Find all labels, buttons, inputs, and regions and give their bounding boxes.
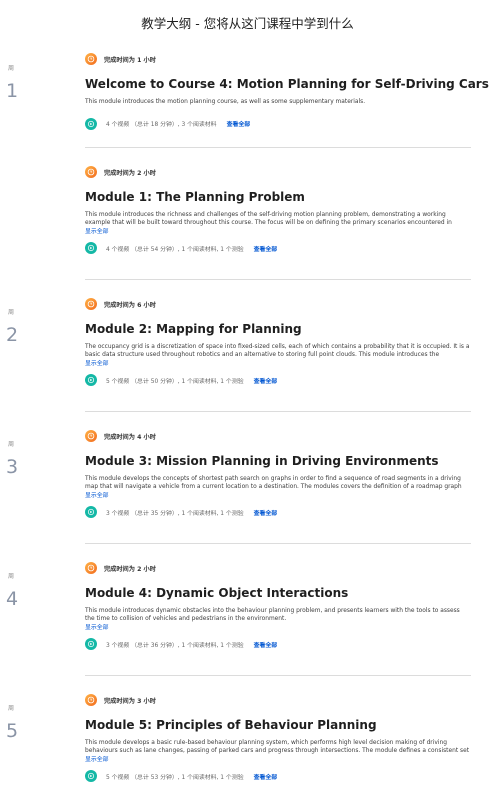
divider (85, 279, 471, 280)
clock-icon (85, 430, 97, 442)
module-welcome: 完成时间为 1 小时 Welcome to Course 4: Motion P… (85, 52, 489, 130)
module-description: This module develops a basic rule-based … (85, 740, 469, 755)
completion-time: 完成时间为 4 小时 (104, 433, 156, 441)
module-title: Module 1: The Planning Problem (85, 190, 305, 204)
module-5: 完成时间为 3 小时 Module 5: Principles of Behav… (85, 693, 475, 783)
module-description: This module introduces the motion planni… (85, 99, 366, 105)
module-description: This module develops the concepts of sho… (85, 476, 462, 491)
module-4: 完成时间为 2 小时 Module 4: Dynamic Object Inte… (85, 561, 475, 651)
completion-time: 完成时间为 6 小时 (104, 301, 156, 309)
see-all-link[interactable]: 查看全部 (254, 376, 278, 385)
week-label: 周 (8, 573, 15, 580)
see-all-link[interactable]: 查看全部 (227, 119, 251, 128)
see-all-link[interactable]: 查看全部 (254, 640, 278, 649)
module-meta: 3 个视频 （总计 35 分钟）, 1 个阅读材料, 1 个测验 (106, 510, 244, 517)
completion-time: 完成时间为 2 小时 (104, 169, 156, 177)
module-description: The occupancy grid is a discretization o… (85, 344, 470, 359)
show-all-link[interactable]: 显示全部 (85, 360, 475, 368)
content-icon (85, 374, 97, 387)
show-all-link[interactable]: 显示全部 (85, 756, 475, 764)
week-label: 周 (8, 65, 15, 72)
divider (85, 675, 471, 676)
show-all-link[interactable]: 显示全部 (85, 624, 475, 632)
content-icon (85, 638, 97, 651)
week-label: 周 (8, 309, 15, 316)
module-meta: 5 个视频 （总计 50 分钟）, 1 个阅读材料, 1 个测验 (106, 378, 244, 385)
module-title: Module 3: Mission Planning in Driving En… (85, 454, 439, 468)
clock-icon (85, 166, 97, 178)
module-title: Module 2: Mapping for Planning (85, 322, 302, 336)
module-title: Module 5: Principles of Behaviour Planni… (85, 718, 377, 732)
module-meta: 4 个视频 （总计 18 分钟）, 3 个阅读材料 (106, 122, 217, 129)
module-title: Module 4: Dynamic Object Interactions (85, 586, 349, 600)
content-icon (85, 117, 97, 130)
module-3: 完成时间为 4 小时 Module 3: Mission Planning in… (85, 429, 475, 519)
clock-icon (85, 298, 97, 310)
completion-time: 完成时间为 2 小时 (104, 565, 156, 573)
see-all-link[interactable]: 查看全部 (254, 508, 278, 517)
content-icon (85, 242, 97, 255)
clock-icon (85, 694, 97, 706)
module-2: 完成时间为 6 小时 Module 2: Mapping for Plannin… (85, 297, 475, 387)
module-meta: 5 个视频 （总计 53 分钟）, 1 个阅读材料, 1 个测验 (106, 774, 244, 781)
module-description: This module introduces the richness and … (85, 212, 452, 227)
module-meta: 3 个视频 （总计 36 分钟）, 1 个阅读材料, 1 个测验 (106, 642, 244, 649)
module-1: 完成时间为 2 小时 Module 1: The Planning Proble… (85, 165, 475, 255)
completion-time: 完成时间为 3 小时 (104, 697, 156, 705)
clock-icon (85, 562, 97, 574)
divider (85, 543, 471, 544)
completion-time: 完成时间为 1 小时 (104, 56, 156, 64)
see-all-link[interactable]: 查看全部 (254, 772, 278, 781)
week-number: 3 (6, 456, 19, 478)
week-number: 1 (6, 80, 19, 102)
clock-icon (85, 53, 97, 65)
week-label: 周 (8, 705, 15, 712)
divider (85, 147, 471, 148)
module-meta: 4 个视频 （总计 54 分钟）, 1 个阅读材料, 1 个测验 (106, 246, 244, 253)
week-number: 4 (6, 588, 19, 610)
week-number: 5 (6, 720, 19, 742)
module-description: This module introduces dynamic obstacles… (85, 608, 460, 623)
content-icon (85, 506, 97, 519)
see-all-link[interactable]: 查看全部 (254, 244, 278, 253)
content-icon (85, 770, 97, 783)
page-title: 教学大纲 - 您将从这门课程中学到什么 (141, 16, 354, 31)
show-all-link[interactable]: 显示全部 (85, 228, 475, 236)
week-number: 2 (6, 324, 19, 346)
show-all-link[interactable]: 显示全部 (85, 492, 475, 500)
module-title: Welcome to Course 4: Motion Planning for… (85, 77, 489, 91)
week-label: 周 (8, 441, 15, 448)
divider (85, 411, 471, 412)
